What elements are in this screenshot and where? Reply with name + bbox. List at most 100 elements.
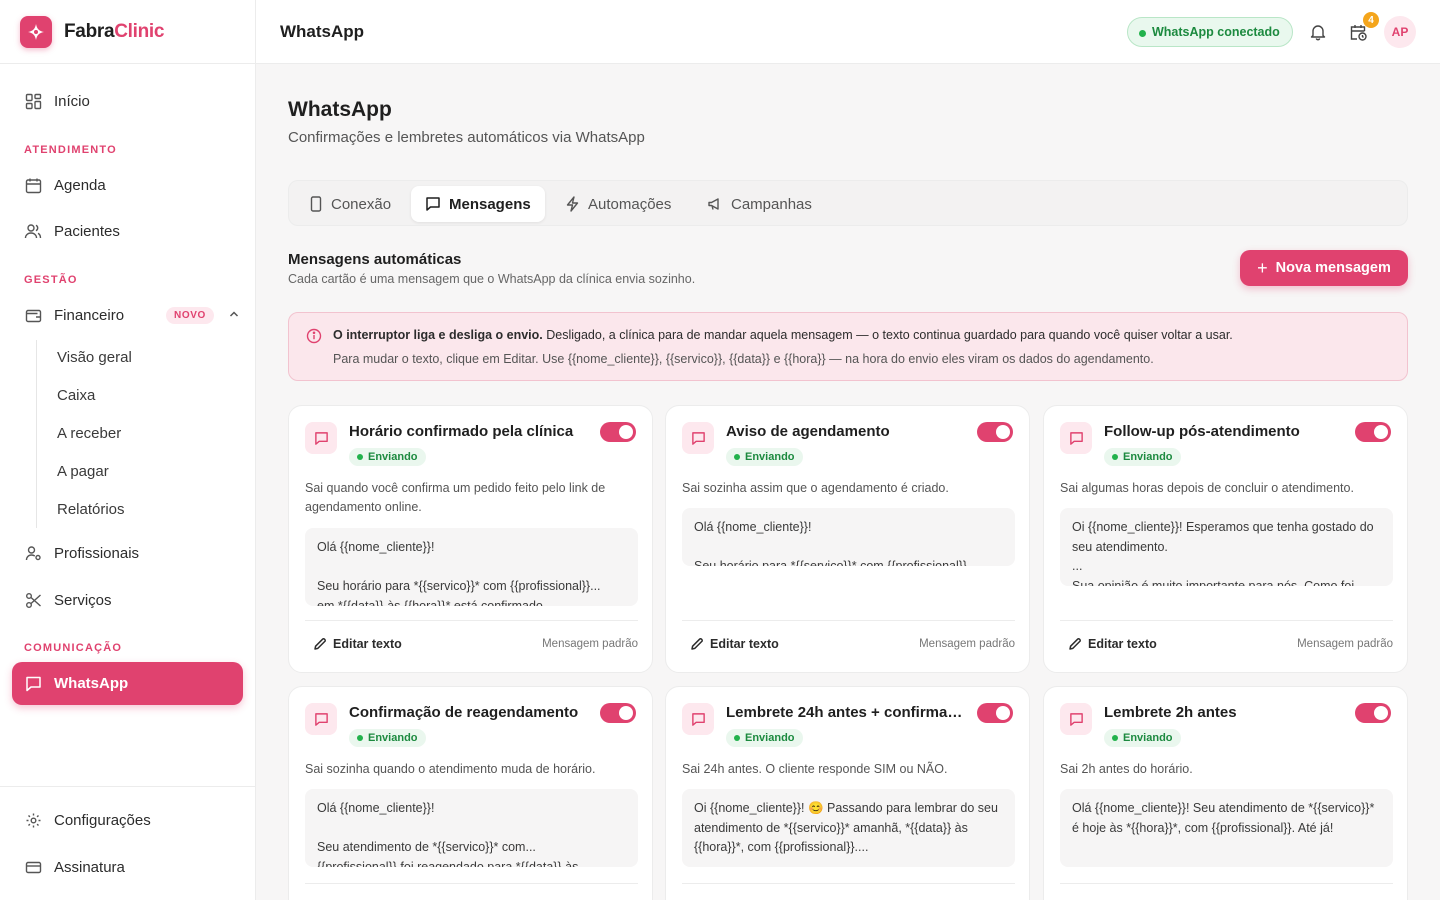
nav-label: Financeiro	[54, 306, 125, 324]
nav-assinatura[interactable]: Assinatura	[12, 847, 243, 887]
card-title: Lembrete 2h antes	[1104, 704, 1237, 721]
nav-whatsapp[interactable]: WhatsApp	[12, 662, 243, 705]
enable-toggle[interactable]	[600, 422, 636, 442]
pencil-icon	[690, 637, 704, 651]
status-badge: Enviando	[1104, 729, 1181, 747]
nav-configuracoes[interactable]: Configurações	[12, 800, 243, 840]
nav-agenda[interactable]: Agenda	[12, 165, 243, 205]
message-preview: Olá {{nome_cliente}}! Seu horário para *…	[305, 528, 638, 606]
plus-icon: +	[1257, 257, 1268, 278]
pencil-icon	[1068, 637, 1082, 651]
edit-text-button[interactable]: Editar texto	[1068, 637, 1157, 651]
card-footer	[682, 883, 1015, 900]
info-line-2: Para mudar o texto, clique em Editar. Us…	[333, 352, 1154, 366]
message-preview: Olá {{nome_cliente}}! Seu horário para *…	[682, 508, 1015, 566]
user-settings-icon	[24, 544, 42, 562]
topbar: WhatsApp WhatsApp conectado 4 AP	[256, 0, 1440, 64]
section-title: Mensagens automáticas	[288, 251, 462, 268]
info-line-1: O interruptor liga e desliga o envio. De…	[333, 328, 1233, 342]
subnav-visao-geral[interactable]: Visão geral	[57, 349, 132, 366]
users-icon	[24, 222, 42, 240]
enable-toggle[interactable]	[977, 422, 1013, 442]
message-card: Lembrete 2h antes Enviando Sai 2h antes do…	[1043, 686, 1408, 900]
calendar-icon	[24, 176, 42, 194]
card-footer	[305, 883, 638, 900]
tab-label: Campanhas	[731, 195, 812, 213]
subnav-caixa[interactable]: Caixa	[57, 387, 95, 404]
card-footer: Editar texto Mensagem padrão	[1060, 620, 1393, 671]
card-footer: Editar texto Mensagem padrão	[682, 620, 1015, 671]
dashboard-icon	[24, 92, 42, 110]
nav-pacientes[interactable]: Pacientes	[12, 211, 243, 251]
nav-label: WhatsApp	[54, 675, 129, 692]
info-icon	[306, 328, 322, 349]
brand[interactable]: FabraClinic	[0, 0, 255, 64]
status-badge: Enviando	[349, 729, 426, 747]
card-description: Sai sozinha quando o atendimento muda de…	[305, 762, 596, 776]
message-icon	[1060, 422, 1092, 454]
submenu-line	[36, 340, 37, 528]
message-icon	[305, 703, 337, 735]
status-badge: Enviando	[349, 448, 426, 466]
default-message-label: Mensagem padrão	[919, 638, 1015, 650]
card-description: Sai sozinha assim que o agendamento é cr…	[682, 481, 949, 495]
card-description: Sai quando você confirma um pedido feito…	[305, 481, 606, 514]
chevron-up-icon[interactable]	[228, 307, 240, 324]
message-icon	[1060, 703, 1092, 735]
new-message-button[interactable]: + Nova mensagem	[1240, 250, 1408, 286]
message-preview: Olá {{nome_cliente}}! Seu atendimento de…	[305, 789, 638, 867]
nav-label: Agenda	[54, 176, 106, 194]
message-preview: Oi {{nome_cliente}}! Esperamos que tenha…	[1060, 508, 1393, 586]
bell-icon[interactable]	[1306, 20, 1330, 44]
edit-text-button[interactable]: Editar texto	[690, 637, 779, 651]
nav-servicos[interactable]: Serviços	[12, 580, 243, 620]
message-icon	[682, 422, 714, 454]
pencil-icon	[313, 637, 327, 651]
section-atendimento: ATENDIMENTO	[24, 144, 117, 156]
message-preview: Olá {{nome_cliente}}! Seu atendimento de…	[1060, 789, 1393, 867]
nav-label: Assinatura	[54, 858, 125, 876]
status-badge: Enviando	[726, 448, 803, 466]
subnav-a-pagar[interactable]: A pagar	[57, 463, 109, 480]
nav-label: Configurações	[54, 811, 151, 829]
smartphone-icon	[309, 196, 323, 212]
nav-inicio[interactable]: Início	[12, 81, 243, 121]
whatsapp-status-badge[interactable]: WhatsApp conectado	[1127, 17, 1293, 47]
card-title: Follow-up pós-atendimento	[1104, 423, 1300, 440]
topbar-title: WhatsApp	[280, 22, 365, 41]
tab-automacoes[interactable]: Automações	[551, 186, 685, 222]
subnav-relatorios[interactable]: Relatórios	[57, 501, 125, 518]
avatar[interactable]: AP	[1384, 16, 1416, 48]
enable-toggle[interactable]	[600, 703, 636, 723]
edit-label: Editar texto	[333, 637, 402, 651]
tab-campanhas[interactable]: Campanhas	[693, 186, 826, 222]
nav-label: Início	[54, 92, 90, 110]
card-description: Sai algumas horas depois de concluir o a…	[1060, 481, 1354, 495]
message-icon	[425, 196, 441, 212]
enable-toggle[interactable]	[1355, 703, 1391, 723]
megaphone-icon	[707, 196, 723, 212]
subnav-a-receber[interactable]: A receber	[57, 425, 121, 442]
new-badge: NOVO	[166, 306, 214, 324]
credit-card-icon	[24, 858, 42, 876]
card-title: Aviso de agendamento	[726, 423, 890, 440]
section-gestao: GESTÃO	[24, 274, 78, 286]
default-message-label: Mensagem padrão	[542, 638, 638, 650]
nav-profissionais[interactable]: Profissionais	[12, 533, 243, 573]
button-label: Nova mensagem	[1275, 260, 1391, 276]
brand-name: FabraClinic	[64, 20, 165, 42]
tabs: Conexão Mensagens Automações Campanhas	[288, 180, 1408, 226]
card-footer	[1060, 883, 1393, 900]
enable-toggle[interactable]	[1355, 422, 1391, 442]
nav-label: Pacientes	[54, 222, 120, 240]
edit-text-button[interactable]: Editar texto	[313, 637, 402, 651]
message-card: Aviso de agendamento Enviando Sai sozinha …	[665, 405, 1030, 673]
message-icon	[305, 422, 337, 454]
nav-financeiro[interactable]: Financeiro NOVO	[12, 295, 243, 335]
gear-icon	[24, 811, 42, 829]
message-preview: Oi {{nome_cliente}}! 😊 Passando para lem…	[682, 789, 1015, 867]
tab-conexao[interactable]: Conexão	[295, 186, 405, 222]
enable-toggle[interactable]	[977, 703, 1013, 723]
message-card: Confirmação de reagendamento Enviando Sai …	[288, 686, 653, 900]
tab-mensagens[interactable]: Mensagens	[411, 186, 545, 222]
